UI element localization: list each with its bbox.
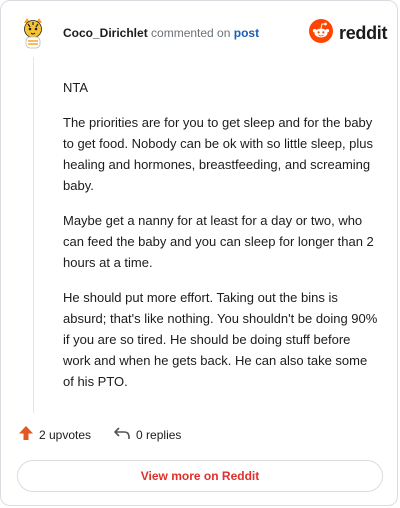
thread-line — [33, 57, 34, 413]
comment-card: Coco_Dirichlet commented on post reddit … — [0, 0, 398, 506]
commented-on-text: commented on — [151, 26, 231, 40]
reply-arrow-icon — [113, 425, 131, 444]
reddit-alien-icon — [309, 19, 333, 48]
comment-header: Coco_Dirichlet commented on post — [63, 25, 259, 41]
comment-paragraph: Maybe get a nanny for at least for a day… — [63, 213, 374, 270]
upvote-arrow-icon — [18, 425, 34, 444]
reply-button[interactable]: 0 replies — [113, 425, 181, 444]
reddit-wordmark: reddit — [339, 23, 388, 43]
reply-count: 0 replies — [136, 427, 182, 442]
comment-actions: 2 upvotes 0 replies — [18, 425, 181, 444]
post-link[interactable]: post — [234, 26, 259, 40]
tiger-avatar-icon[interactable] — [19, 17, 47, 49]
upvote-button[interactable]: 2 upvotes — [18, 425, 91, 444]
view-more-button[interactable]: View more on Reddit — [17, 460, 383, 492]
comment-paragraph: The priorities are for you to get sleep … — [63, 115, 374, 193]
comment-paragraph: He should put more effort. Taking out th… — [63, 290, 378, 389]
username[interactable]: Coco_Dirichlet — [63, 26, 148, 40]
comment-paragraph: NTA — [63, 80, 89, 95]
reddit-logo[interactable]: reddit — [309, 19, 388, 48]
upvote-count: 2 upvotes — [39, 427, 92, 442]
comment-body: NTA The priorities are for you to get sl… — [63, 77, 381, 406]
